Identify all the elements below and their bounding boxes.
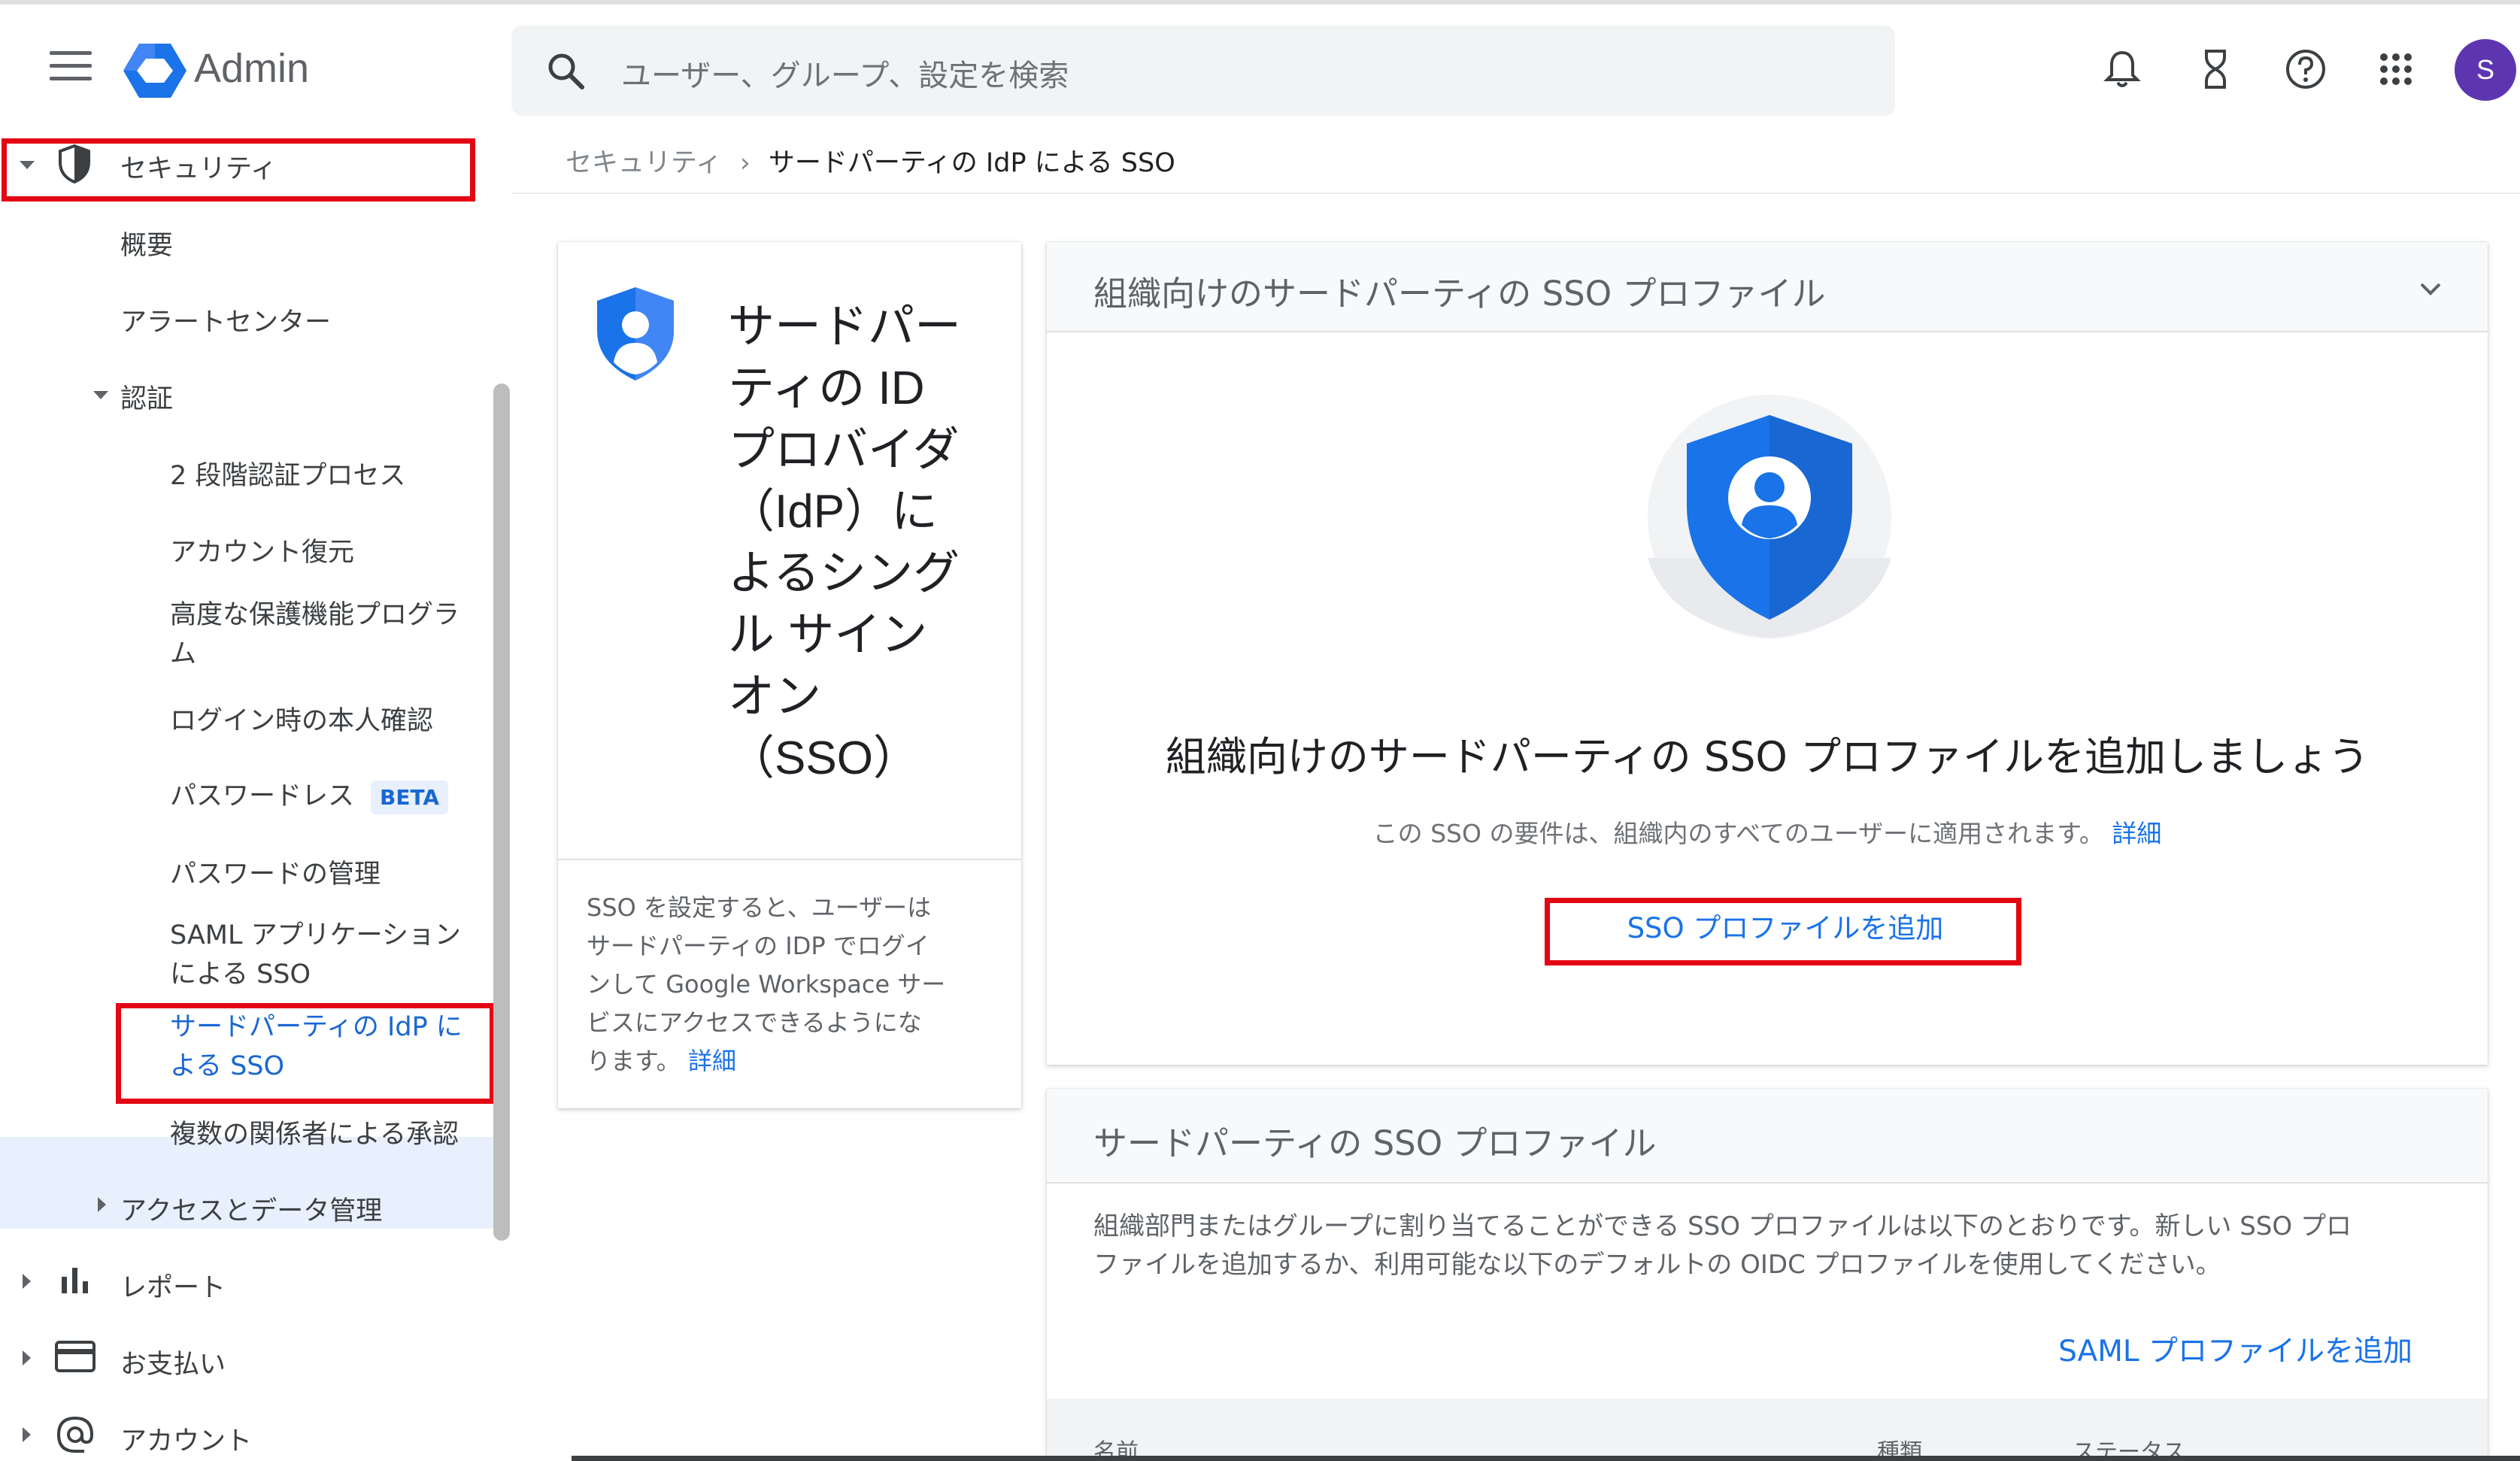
bar-chart-icon: [62, 1268, 88, 1293]
help-icon[interactable]: [2283, 47, 2328, 92]
add-saml-profile-button[interactable]: SAML プロファイルを追加: [2058, 1328, 2412, 1370]
sidebar-item-multi-party-approval[interactable]: 複数の関係者による承認: [170, 1113, 459, 1151]
sso-profile-card-header[interactable]: 組織向けのサードパーティの SSO プロファイル: [1047, 242, 2488, 332]
search-bar[interactable]: ユーザー、グループ、設定を検索: [511, 26, 1895, 116]
sso-profile-card: 組織向けのサードパーティの SSO プロファイル 組織向けのサードパーティの S…: [1047, 242, 2488, 1065]
sidebar-item-billing[interactable]: お支払い: [120, 1343, 226, 1381]
collapse-arrow-icon[interactable]: [23, 1427, 31, 1442]
breadcrumb-current: サードパーティの IdP による SSO: [768, 148, 1175, 178]
sso-learn-more-link[interactable]: 詳細: [2112, 819, 2161, 848]
info-card-title: サードパー ティの ID プロバイダ （IdP）に よるシング ル サイン オン…: [728, 301, 962, 784]
sidebar-item-account[interactable]: アカウント: [120, 1420, 252, 1458]
top-bar: Admin ユーザー、グループ、設定を検索 S: [0, 5, 2520, 134]
search-input[interactable]: ユーザー、グループ、設定を検索: [621, 51, 1069, 95]
sidebar-item-reports[interactable]: レポート: [120, 1266, 226, 1305]
breadcrumb: セキュリティ › サードパーティの IdP による SSO: [566, 141, 1175, 180]
highlight-box-security: [2, 138, 475, 202]
sidebar-item-saml-sso[interactable]: SAML アプリケーション による SSO: [170, 916, 461, 994]
sso-profile-list-header: サードパーティの SSO プロファイル: [1047, 1089, 2488, 1184]
sidebar-item-alert-center[interactable]: アラートセンター: [120, 301, 331, 339]
sidebar-item-password-management[interactable]: パスワードの管理: [170, 853, 381, 891]
search-icon: [548, 53, 584, 89]
table-header: 名前 種類 ステータス: [1047, 1399, 2488, 1461]
highlight-box-add-sso: [1545, 898, 2021, 965]
collapse-arrow-icon[interactable]: [98, 1197, 106, 1212]
expand-arrow-icon[interactable]: [93, 391, 108, 399]
sidebar-item-access-data[interactable]: アクセスとデータ管理: [120, 1190, 382, 1228]
info-card-learn-more-link[interactable]: 詳細: [688, 1047, 736, 1075]
beta-badge: BETA: [371, 780, 449, 814]
at-sign-icon: [56, 1416, 94, 1453]
chevron-down-icon[interactable]: [2417, 275, 2444, 302]
sidebar-item-login-challenge[interactable]: ログイン時の本人確認: [170, 699, 433, 738]
credit-card-icon: [55, 1341, 96, 1372]
sso-profile-card-title: 組織向けのサードパーティの SSO プロファイル: [1093, 274, 1826, 314]
collapse-arrow-icon[interactable]: [23, 1350, 31, 1366]
info-card-description: SSO を設定すると、ユーザーは サードパーティの IDP でログイ ンして G…: [587, 893, 946, 1075]
sidebar-item-account-recovery[interactable]: アカウント復元: [170, 531, 354, 569]
sso-profile-list-description: 組織部門またはグループに割り当てることができる SSO プロファイルは以下のとお…: [1093, 1211, 2352, 1280]
sso-profile-list-title: サードパーティの SSO プロファイル: [1093, 1123, 1657, 1163]
avatar[interactable]: S: [2455, 39, 2516, 101]
breadcrumb-security-link[interactable]: セキュリティ: [566, 148, 722, 178]
menu-icon[interactable]: [50, 51, 92, 84]
brand-name[interactable]: Admin: [194, 45, 309, 92]
highlight-box-third-party-sso: [116, 1003, 495, 1104]
sidebar-scrollbar[interactable]: [493, 383, 510, 1241]
bell-icon[interactable]: [2100, 47, 2145, 92]
admin-logo-icon[interactable]: [123, 42, 186, 99]
sso-empty-subtext: この SSO の要件は、組織内のすべてのユーザーに適用されます。 詳細: [1372, 819, 2162, 848]
sso-illustration-shield-icon: [1648, 395, 1891, 638]
sidebar: セキュリティ 概要 アラートセンター 認証 2 段階認証プロセス アカウント復元…: [0, 134, 511, 1461]
collapse-arrow-icon[interactable]: [23, 1274, 31, 1289]
sso-shield-icon: [597, 287, 674, 380]
sidebar-item-passwordless[interactable]: パスワードレス BETA: [170, 774, 449, 814]
sso-empty-headline: 組織向けのサードパーティの SSO プロファイルを追加しましょう: [1165, 733, 2370, 781]
bottom-edge: [572, 1456, 2520, 1461]
hourglass-icon[interactable]: [2193, 47, 2238, 92]
info-card: サードパー ティの ID プロバイダ （IdP）に よるシング ル サイン オン…: [558, 242, 1021, 1108]
sidebar-item-two-step[interactable]: 2 段階認証プロセス: [170, 454, 405, 493]
breadcrumb-separator: ›: [739, 148, 751, 178]
sso-profile-list-card: サードパーティの SSO プロファイル 組織部門またはグループに割り当てることが…: [1047, 1089, 2488, 1461]
sidebar-item-authentication[interactable]: 認証: [120, 377, 173, 416]
info-card-divider: [558, 859, 1021, 860]
sidebar-item-overview[interactable]: 概要: [120, 224, 173, 262]
apps-grid-icon[interactable]: [2373, 47, 2418, 92]
header-divider: [511, 192, 2520, 194]
sidebar-item-advanced-protection[interactable]: 高度な保護機能プログラ ム: [170, 596, 459, 674]
